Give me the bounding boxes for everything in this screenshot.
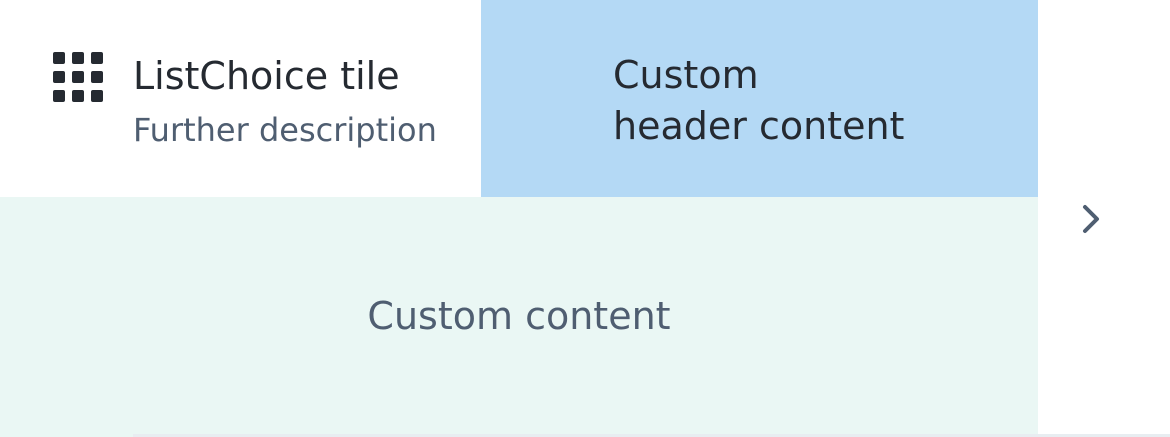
tile-title: ListChoice tile xyxy=(133,54,400,98)
custom-header-content: Custom header content xyxy=(481,0,1038,197)
list-choice-tile[interactable]: ListChoice tile Further description Cust… xyxy=(0,0,1170,437)
custom-content: Custom content xyxy=(0,197,1038,437)
grid-icon xyxy=(53,52,103,102)
custom-header-line-2: header content xyxy=(613,104,905,148)
custom-header-line-1: Custom xyxy=(613,53,759,97)
tile-description: Further description xyxy=(133,111,437,149)
custom-content-text: Custom content xyxy=(367,294,671,338)
tile-header: ListChoice tile Further description xyxy=(0,0,481,197)
custom-header-text: Custom header content xyxy=(613,50,904,152)
chevron-right-icon[interactable] xyxy=(1075,199,1109,239)
